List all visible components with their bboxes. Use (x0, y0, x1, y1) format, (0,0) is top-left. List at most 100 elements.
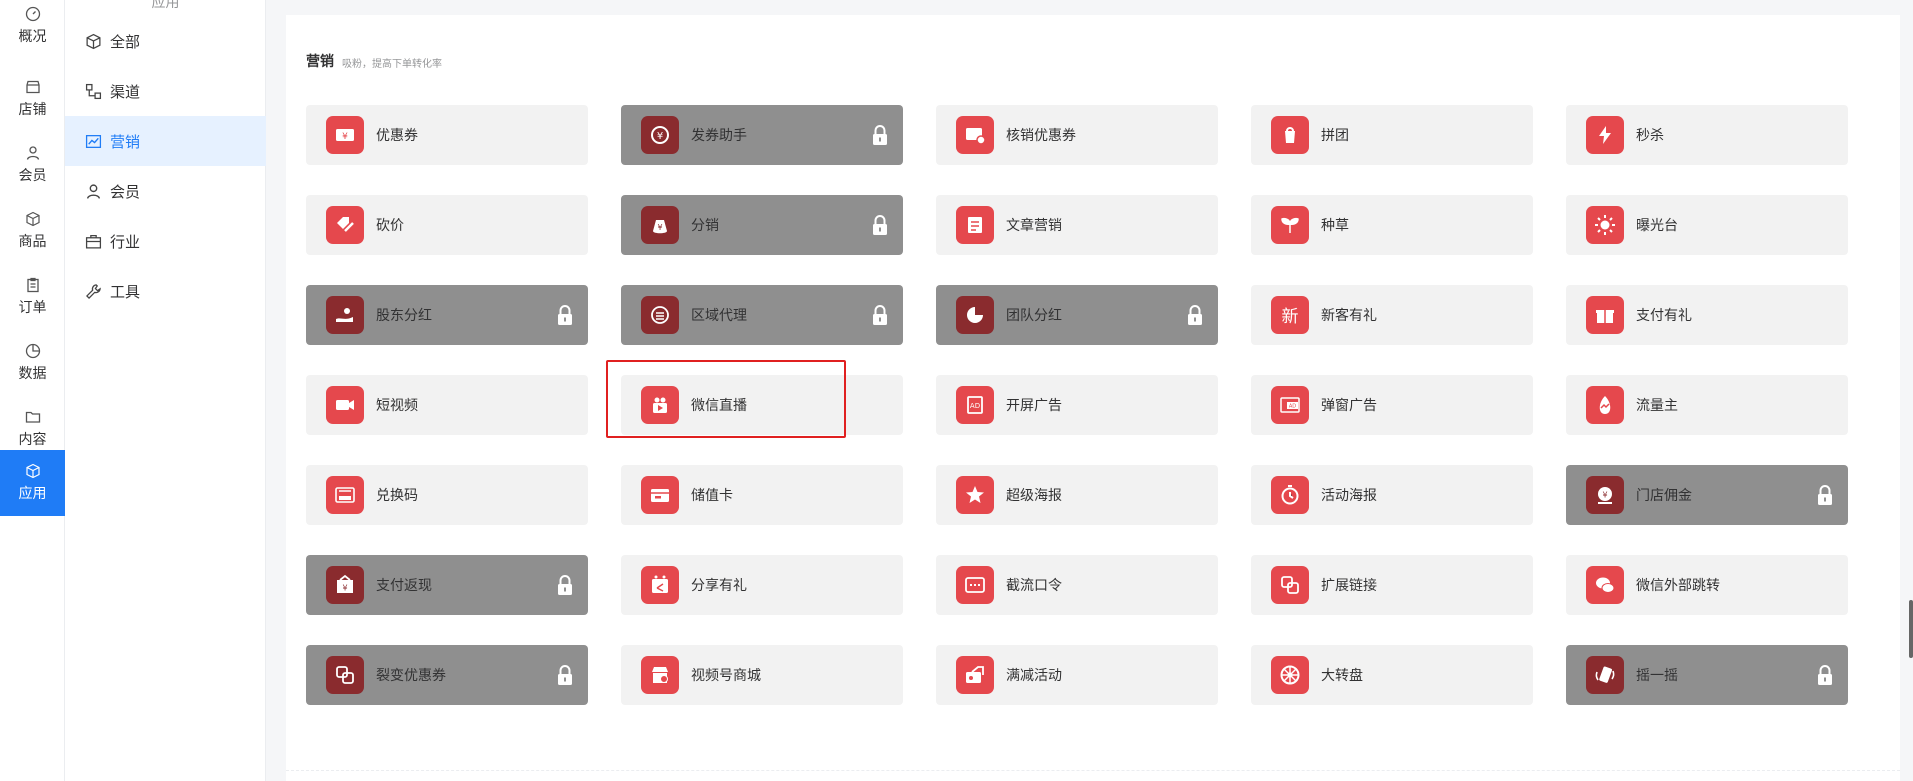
app-card[interactable]: 视频号商城 (621, 645, 903, 705)
sub-item-industry[interactable]: 行业 (65, 216, 266, 266)
svg-text:AD: AD (970, 402, 980, 410)
sub-item-label: 工具 (110, 282, 141, 301)
app-card[interactable]: 区域代理 (621, 285, 903, 345)
app-card[interactable]: 扩展链接 (1251, 555, 1533, 615)
app-card-label: 短视频 (376, 398, 418, 414)
app-card-label: 核销优惠券 (1006, 128, 1076, 144)
app-card-label: 储值卡 (691, 488, 733, 504)
app-card[interactable]: 活动海报 (1251, 465, 1533, 525)
app-card[interactable]: 满减活动 (936, 645, 1218, 705)
cashback-icon: ¥ (326, 566, 364, 604)
rail-label: 订单 (18, 300, 47, 316)
briefcase-icon (85, 234, 102, 249)
commission-icon: ¥ (1586, 476, 1624, 514)
lock-icon (873, 305, 887, 325)
lock-icon (873, 125, 887, 145)
sub-item-marketing[interactable]: 营销 (65, 116, 266, 166)
sprout-icon (1271, 206, 1309, 244)
rail-item-goods[interactable]: 商品 (0, 198, 65, 264)
app-card[interactable]: 储值卡 (621, 465, 903, 525)
lock-icon (1188, 305, 1202, 325)
video-camera-icon (326, 386, 364, 424)
redeem-code-icon (326, 476, 364, 514)
app-card-label: 开屏广告 (1006, 398, 1062, 414)
app-card[interactable]: 摇一摇 (1566, 645, 1848, 705)
lock-icon (558, 575, 572, 595)
sub-item-member[interactable]: 会员 (65, 166, 266, 216)
app-card-label: 截流口令 (1006, 578, 1062, 594)
rail-item-apps[interactable]: 应用 (0, 450, 65, 516)
app-card[interactable]: 曝光台 (1566, 195, 1848, 255)
wrench-icon (86, 283, 101, 299)
app-card[interactable]: 裂变优惠券 (306, 645, 588, 705)
sun-icon (1586, 206, 1624, 244)
sub-item-tools[interactable]: 工具 (65, 266, 266, 316)
app-card-label: 大转盘 (1321, 668, 1363, 684)
app-card[interactable]: AD 开屏广告 (936, 375, 1218, 435)
sub-item-label: 行业 (110, 232, 141, 251)
app-card[interactable]: 股东分红 (306, 285, 588, 345)
app-card[interactable]: 文章营销 (936, 195, 1218, 255)
password-icon (956, 566, 994, 604)
app-card[interactable]: 微信外部跳转 (1566, 555, 1848, 615)
app-card[interactable]: 超级海报 (936, 465, 1218, 525)
app-card[interactable]: 流量主 (1566, 375, 1848, 435)
svg-text:AD: AD (1289, 404, 1296, 410)
app-card[interactable]: 截流口令 (936, 555, 1218, 615)
app-card[interactable]: ¥ 门店佣金 (1566, 465, 1848, 525)
sub-item-label: 营销 (110, 132, 141, 151)
shake-icon (1586, 656, 1624, 694)
app-card[interactable]: 种草 (1251, 195, 1533, 255)
rail-item-data[interactable]: 数据 (0, 330, 65, 396)
coupon-helper-icon: ¥ (641, 116, 679, 154)
popup-ad-icon: AD (1271, 386, 1309, 424)
sub-item-channel[interactable]: 渠道 (65, 66, 266, 116)
rail-label: 数据 (18, 366, 47, 382)
svg-text:¥: ¥ (342, 584, 347, 593)
sub-item-all[interactable]: 全部 (65, 16, 266, 66)
app-card[interactable]: ¥ 支付返现 (306, 555, 588, 615)
app-card[interactable]: ¥ 发券助手 (621, 105, 903, 165)
app-card-label: 微信外部跳转 (1636, 578, 1720, 594)
cube-icon (25, 463, 40, 479)
group-buy-icon (1271, 116, 1309, 154)
rail-label: 会员 (18, 168, 47, 184)
rail-item-member[interactable]: 会员 (0, 132, 65, 198)
app-card[interactable]: 核销优惠券 (936, 105, 1218, 165)
app-card[interactable]: 大转盘 (1251, 645, 1533, 705)
rail-item-order[interactable]: 订单 (0, 264, 65, 330)
rail-item-store[interactable]: 店铺 (0, 66, 65, 132)
user-icon (86, 183, 101, 199)
app-card[interactable]: ¥ 优惠券 (306, 105, 588, 165)
verify-coupon-icon (956, 116, 994, 154)
app-card-label: 活动海报 (1321, 488, 1377, 504)
selection-highlight (606, 360, 846, 438)
fission-coupon-icon (326, 656, 364, 694)
lock-icon (558, 665, 572, 685)
app-card-label: 优惠券 (376, 128, 418, 144)
article-icon (956, 206, 994, 244)
box-icon (25, 211, 40, 227)
share-gift-icon (641, 566, 679, 604)
app-card[interactable]: 分享有礼 (621, 555, 903, 615)
rail-item-overview[interactable]: 概况 (0, 0, 65, 52)
svg-text:¥: ¥ (657, 223, 662, 232)
app-card-label: 秒杀 (1636, 128, 1664, 144)
money-bag-icon: ¥ (641, 206, 679, 244)
app-card[interactable]: 新 新客有礼 (1251, 285, 1533, 345)
app-card[interactable]: 团队分红 (936, 285, 1218, 345)
app-card[interactable]: AD 弹窗广告 (1251, 375, 1533, 435)
sub-item-label: 渠道 (110, 82, 141, 101)
app-card[interactable]: 短视频 (306, 375, 588, 435)
app-card[interactable]: 拼团 (1251, 105, 1533, 165)
rail-label: 店铺 (18, 102, 47, 118)
link-icon (1271, 566, 1309, 604)
secondary-nav-header: 应用 (151, 0, 180, 11)
app-card[interactable]: 秒杀 (1566, 105, 1848, 165)
app-card[interactable]: 支付有礼 (1566, 285, 1848, 345)
scrollbar-thumb[interactable] (1909, 600, 1913, 658)
section-subtitle: 吸粉，提高下单转化率 (342, 59, 442, 70)
app-card[interactable]: 砍价 (306, 195, 588, 255)
app-card[interactable]: 兑换码 (306, 465, 588, 525)
app-card[interactable]: ¥ 分销 (621, 195, 903, 255)
